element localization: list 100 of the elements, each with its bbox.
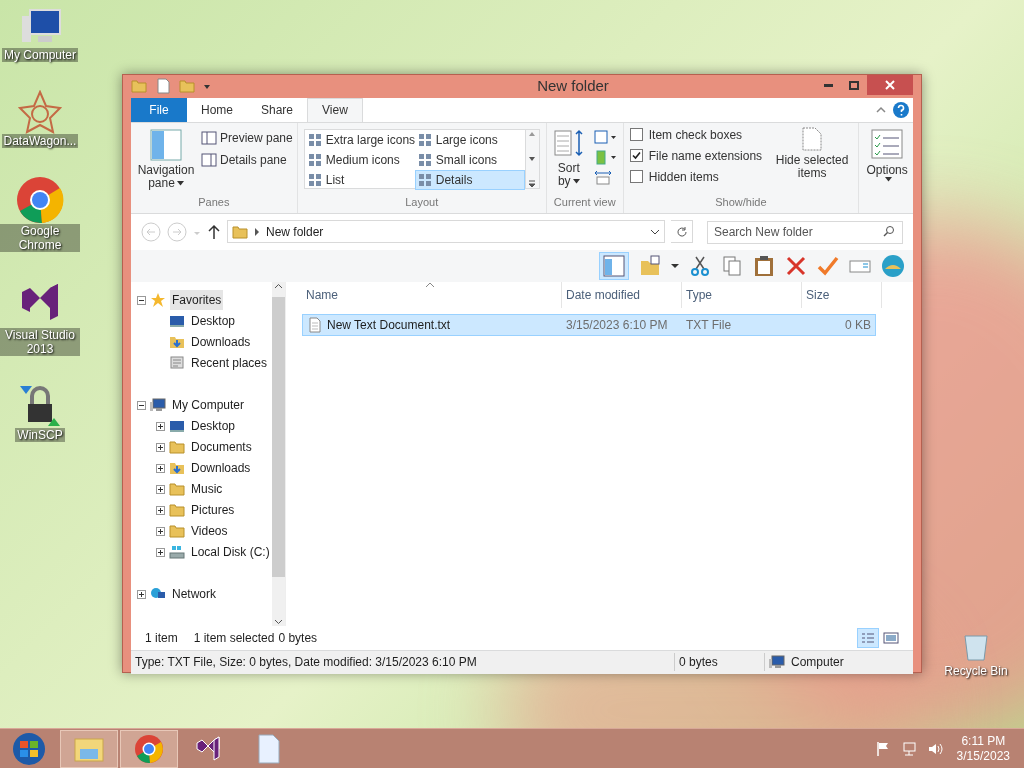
layout-option[interactable]: List — [304, 169, 415, 190]
view-icon — [307, 132, 322, 147]
tree-item[interactable]: Downloads — [189, 459, 253, 477]
checkbox-label[interactable]: Item check boxes — [648, 125, 743, 144]
checkbox[interactable] — [629, 128, 643, 141]
layout-option[interactable]: Extra large icons — [304, 129, 415, 150]
expand-icon[interactable] — [156, 505, 165, 515]
folder-check-icon[interactable] — [639, 254, 661, 277]
ribbon-tab[interactable]: Home — [187, 97, 247, 122]
expand-icon[interactable] — [156, 442, 165, 452]
collapse-icon[interactable] — [137, 295, 146, 305]
download-folder-icon — [169, 460, 185, 476]
tree-item[interactable]: Music — [189, 480, 225, 498]
expand-icon[interactable] — [156, 526, 165, 536]
layout-option[interactable]: Medium icons — [304, 149, 415, 170]
view-icon — [307, 172, 322, 187]
group-by-icon[interactable] — [592, 128, 617, 145]
refresh-button[interactable] — [671, 220, 693, 243]
tree-item[interactable]: Recent places — [189, 354, 270, 372]
checkbox-label[interactable]: File name extensions — [648, 146, 763, 165]
globe-icon[interactable] — [881, 253, 905, 278]
large-icons-view-icon[interactable] — [883, 630, 899, 645]
ribbon-tab[interactable]: View — [307, 97, 363, 122]
location-text: Computer — [791, 654, 844, 671]
tree-item[interactable]: Documents — [189, 438, 254, 456]
checkbox[interactable] — [629, 149, 643, 162]
caret-icon — [572, 178, 580, 184]
pane-layout-icon — [603, 254, 625, 277]
pane-button[interactable]: Preview pane — [201, 128, 293, 147]
navigation-pane-icon — [150, 128, 182, 161]
hide-selected-items-button[interactable]: Hide selected items — [772, 125, 853, 194]
chrome-icon — [16, 176, 64, 224]
tree-item[interactable]: Desktop — [189, 417, 238, 435]
hide-page-icon — [801, 125, 824, 152]
expand-icon[interactable] — [156, 463, 165, 473]
delete-icon[interactable] — [785, 254, 807, 277]
checkbox-label[interactable]: Hidden items — [648, 167, 719, 186]
dropdown-icon[interactable] — [671, 261, 679, 270]
help-icon[interactable] — [893, 101, 909, 118]
scroll-down-icon[interactable] — [528, 154, 537, 163]
layout-option[interactable]: Small icons — [414, 149, 525, 170]
recent-places-icon — [169, 355, 185, 371]
checkmark-icon[interactable] — [817, 254, 839, 277]
tree-item[interactable]: Videos — [189, 522, 230, 540]
file-type: TXT File — [685, 316, 733, 334]
tree-item[interactable]: Favorites — [170, 290, 224, 310]
address-bar[interactable]: New folder — [227, 220, 666, 243]
tree-item[interactable]: My Computer — [170, 395, 247, 415]
paste-icon[interactable] — [753, 254, 775, 277]
group-label: Show/hide — [714, 195, 768, 210]
layout-option[interactable]: Large icons — [414, 129, 525, 150]
document-icon — [257, 733, 281, 764]
tree-item[interactable]: Local Disk (C:) — [189, 543, 272, 561]
chevron-icon — [254, 226, 260, 237]
expand-icon[interactable] — [156, 484, 165, 494]
more-icon[interactable] — [528, 179, 537, 188]
sort-by-button[interactable]: Sort by — [552, 128, 585, 194]
navigation-pane-button[interactable]: Navigation pane — [135, 128, 197, 194]
column-header[interactable]: Size — [802, 281, 882, 308]
tree-item[interactable]: Network — [170, 584, 218, 604]
column-header[interactable]: Date modified — [562, 281, 682, 308]
tree-item[interactable]: Desktop — [189, 312, 238, 330]
file-size: 0 KB — [844, 316, 872, 334]
copy-icon[interactable] — [721, 254, 743, 277]
preview-pane-button[interactable] — [599, 251, 629, 280]
pane-button[interactable]: Details pane — [201, 150, 293, 169]
selection-status: 1 item selected — [193, 629, 275, 647]
folder-icon — [169, 502, 185, 518]
file-row[interactable]: New Text Document.txt 3/15/2023 6:10 PM TXT File 0 KB — [302, 313, 876, 336]
expand-icon[interactable] — [156, 547, 165, 557]
layout-option[interactable]: Details — [414, 169, 525, 190]
checkbox[interactable] — [629, 170, 643, 183]
scrollbar[interactable] — [271, 281, 285, 626]
collapse-icon[interactable] — [137, 400, 146, 410]
monitor-icon — [169, 313, 185, 329]
file-tab[interactable]: File — [131, 97, 187, 122]
ribbon-tab[interactable]: Share — [247, 97, 308, 122]
date-modified: 3/15/2023 6:10 PM — [565, 316, 669, 334]
properties-icon[interactable] — [155, 78, 171, 95]
group-label: Layout — [404, 195, 440, 210]
details-view-button[interactable] — [857, 627, 879, 648]
window-title: New folder — [536, 76, 610, 96]
new-folder-icon — [179, 78, 195, 95]
flag-icon[interactable] — [874, 740, 891, 757]
options-button[interactable]: Options — [865, 128, 910, 182]
column-header[interactable]: Type — [682, 281, 802, 308]
folder-icon — [232, 223, 248, 240]
search-field[interactable]: Search New folder — [707, 220, 903, 244]
tree-item[interactable]: Downloads — [189, 333, 253, 351]
expand-icon[interactable] — [156, 421, 165, 431]
up-icon[interactable] — [207, 223, 221, 240]
close-button[interactable] — [867, 75, 913, 95]
view-icon — [307, 152, 322, 167]
folder-icon — [169, 481, 185, 497]
disk-drive-icon — [169, 544, 185, 560]
tree-item[interactable]: Pictures — [189, 501, 237, 519]
expand-icon[interactable] — [137, 589, 146, 599]
cut-icon[interactable] — [689, 254, 711, 277]
column-header[interactable]: Name — [302, 281, 562, 308]
network-icon[interactable] — [900, 740, 917, 757]
